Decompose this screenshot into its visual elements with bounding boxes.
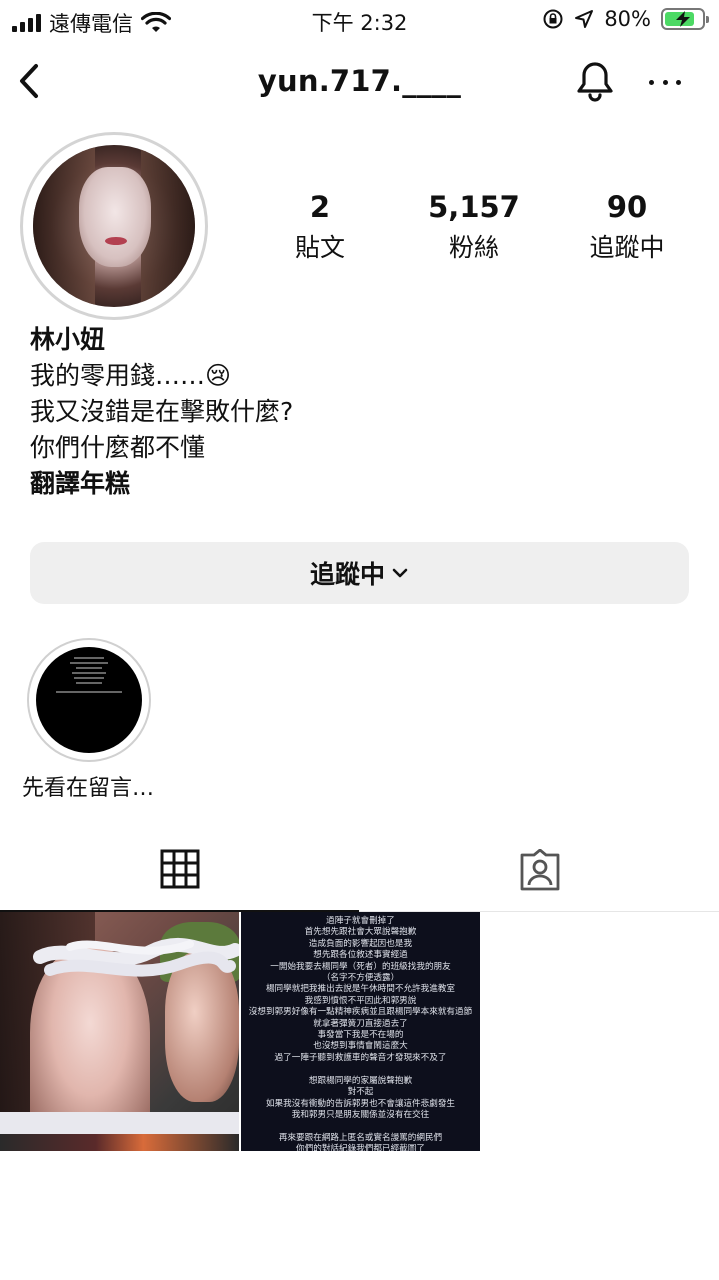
more-icon[interactable] bbox=[645, 64, 685, 100]
tagged-person-icon bbox=[520, 849, 559, 891]
post-text-line: 想跟楊同學的家屬說聲抱歉 bbox=[308, 1075, 413, 1086]
post-text-line: 造成負面的影響起因也是我 bbox=[308, 938, 413, 949]
post-text-line bbox=[241, 1064, 480, 1075]
post-text-line: 我和郭男只是朋友關係並沒有在交往 bbox=[291, 1109, 430, 1120]
post-text-line: 你們的對話紀錄我們都已經截圖了 bbox=[296, 1144, 425, 1151]
following-button-label: 追蹤中 bbox=[309, 560, 385, 589]
following-count: 90 bbox=[606, 190, 648, 224]
post-text-line: 就拿著彈簧刀直接過去了 bbox=[313, 1018, 408, 1029]
posts-count: 2 bbox=[309, 190, 331, 224]
post-text-line: 如果我沒有衝動的告訴郭男也不會讓這件悲劇發生 bbox=[265, 1098, 456, 1109]
chevron-down-icon bbox=[392, 568, 408, 578]
grid-post-photo[interactable] bbox=[0, 912, 239, 1151]
followers-count: 5,157 bbox=[428, 190, 520, 224]
profile-avatar[interactable] bbox=[20, 132, 208, 320]
scribble-overlay bbox=[33, 937, 239, 977]
post-text-line: 過陣子就會刪掉了 bbox=[326, 916, 395, 926]
bio-line: 你們什麼都不懂 bbox=[30, 433, 206, 462]
post-text-line: 也沒想到事情會鬧這麼大 bbox=[313, 1041, 408, 1052]
post-text-line: （名字不方便透露） bbox=[321, 973, 400, 984]
post-text-line: 事發當下我是不在場的 bbox=[317, 1030, 404, 1041]
following-label: 追蹤中 bbox=[589, 233, 665, 262]
post-text-line: 首先想先跟社會大眾說聲抱歉 bbox=[304, 927, 417, 938]
post-text-line: 一開始我要去楊同學（死者）的班級找我的朋友 bbox=[270, 961, 451, 972]
post-text-line: 過了一陣子聽到救護車的聲音才發現來不及了 bbox=[274, 1052, 447, 1063]
post-text-line: 再來要跟在網路上匿名或實名謾罵的網民們 bbox=[278, 1132, 443, 1143]
highlight-cover bbox=[36, 647, 142, 753]
grid-post-text[interactable]: 過陣子就會刪掉了 首先想先跟社會大眾說聲抱歉 造成負面的影響起因也是我 想先跟各位敘述… bbox=[241, 912, 480, 1151]
status-right: 80% bbox=[542, 7, 709, 31]
battery-percent: 80% bbox=[604, 7, 651, 31]
stat-followers[interactable]: 5,157 粉絲 bbox=[404, 190, 544, 264]
post-text-line: 想先跟各位敘述事實經過 bbox=[313, 950, 408, 961]
post-text-lines: 過陣子就會刪掉了 首先想先跟社會大眾說聲抱歉 造成負面的影響起因也是我 想先跟各位敘述… bbox=[241, 916, 480, 1151]
highlight-label: 先看在留言… bbox=[22, 776, 155, 801]
profile-bio: 林小妞 我的零用錢……😢 我又沒錯是在擊敗什麼? 你們什麼都不懂 翻譯年糕 bbox=[30, 322, 690, 502]
avatar-photo bbox=[33, 145, 195, 307]
location-icon bbox=[575, 10, 594, 28]
post-text-line: 沒想到郭男好像有一點精神疾病並且跟楊同學本來就有過節 bbox=[248, 1007, 473, 1018]
post-text-line: 楊同學就把我推出去說是午休時間不允許我進教室 bbox=[265, 984, 456, 995]
bio-line: 我又沒錯是在擊敗什麼? bbox=[30, 397, 294, 426]
following-button[interactable]: 追蹤中 bbox=[30, 542, 689, 604]
stat-following[interactable]: 90 追蹤中 bbox=[557, 190, 697, 264]
grid-icon bbox=[160, 849, 199, 889]
translate-link[interactable]: 翻譯年糕 bbox=[30, 466, 690, 502]
display-name: 林小妞 bbox=[30, 325, 106, 354]
tab-grid[interactable] bbox=[0, 828, 359, 912]
followers-label: 粉絲 bbox=[448, 233, 499, 262]
stat-posts[interactable]: 2 貼文 bbox=[250, 190, 390, 264]
posts-label: 貼文 bbox=[294, 233, 345, 262]
profile-header: yun.717.____ bbox=[0, 48, 719, 114]
status-bar: 遠傳電信 下午 2:32 80% bbox=[0, 0, 719, 40]
post-text-line: 對不起 bbox=[347, 1087, 374, 1098]
post-text-line bbox=[241, 1121, 480, 1132]
profile-tabs bbox=[0, 828, 719, 912]
bell-icon[interactable] bbox=[572, 58, 618, 104]
post-text-line: 我感到憤恨不平因此和郭男說 bbox=[304, 995, 417, 1006]
bio-line: 我的零用錢……😢 bbox=[30, 361, 232, 390]
tab-tagged[interactable] bbox=[360, 828, 719, 912]
battery-charging-icon bbox=[661, 8, 709, 30]
rotation-lock-icon bbox=[543, 9, 563, 29]
story-highlight[interactable] bbox=[27, 638, 151, 762]
